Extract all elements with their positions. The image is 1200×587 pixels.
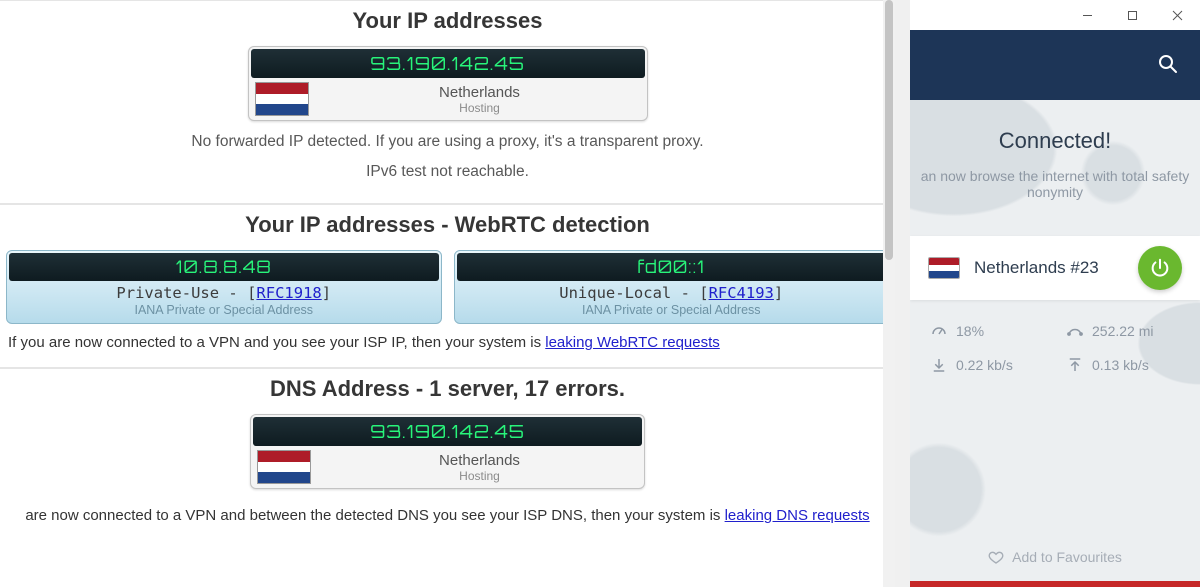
webrtc-warning-text: If you are now connected to a VPN and yo… [0, 324, 895, 357]
distance-icon [1066, 322, 1084, 340]
netherlands-flag-icon [928, 257, 960, 279]
webrtc-type-label: Private-Use - [RFC1918] [9, 284, 439, 302]
power-icon [1149, 257, 1171, 279]
rfc-link[interactable]: RFC4193 [709, 284, 774, 302]
heart-icon [988, 549, 1004, 565]
stat-value: 0.13 kb/s [1092, 357, 1149, 373]
ip-leak-page: Your IP addresses 93.190.142.45 Netherla… [0, 0, 895, 587]
leaking-webrtc-link[interactable]: leaking WebRTC requests [545, 334, 720, 351]
stat-value: 0.22 kb/s [956, 357, 1013, 373]
ip-address-value: 93.190.142.45 [251, 49, 645, 78]
webrtc-card: fd00::1 Unique-Local - [RFC4193] IANA Pr… [454, 250, 890, 324]
netherlands-flag-icon [257, 450, 311, 484]
window-gap [895, 0, 910, 587]
scrollbar[interactable] [883, 0, 895, 587]
webrtc-ip-value: 10.8.8.48 [9, 253, 439, 281]
add-to-favourites[interactable]: Add to Favourites [910, 549, 1200, 565]
section-dns: DNS Address - 1 server, 17 errors. 93.19… [0, 368, 895, 540]
section-title: DNS Address - 1 server, 17 errors. [0, 376, 895, 402]
webrtc-sublabel: IANA Private or Special Address [457, 303, 887, 317]
rfc-link[interactable]: RFC1918 [256, 284, 321, 302]
ipv6-note: IPv6 test not reachable. [0, 163, 895, 181]
maximize-icon [1127, 10, 1138, 21]
titlebar [910, 0, 1200, 30]
section-webrtc: Your IP addresses - WebRTC detection 10.… [0, 204, 895, 368]
map-panel: Connected! an now browse the internet wi… [910, 100, 1200, 587]
stat-distance: 252.22 mi [1066, 322, 1196, 340]
close-icon [1172, 10, 1183, 21]
close-button[interactable] [1155, 0, 1200, 30]
search-icon [1158, 54, 1178, 74]
dns-warning-text: are now connected to a VPN and between t… [0, 497, 895, 530]
host-type-label: Hosting [321, 469, 638, 483]
minimize-button[interactable] [1065, 0, 1110, 30]
section-title: Your IP addresses [0, 8, 895, 34]
stats-grid: 18% 252.22 mi 0.22 kb/s 0.13 kb/s [910, 300, 1200, 374]
server-row[interactable]: Netherlands #23 [910, 236, 1200, 300]
section-your-ip: Your IP addresses 93.190.142.45 Netherla… [0, 0, 895, 204]
dns-ip-value: 93.190.142.45 [253, 417, 642, 446]
search-button[interactable] [1158, 54, 1178, 77]
host-type-label: Hosting [319, 101, 641, 115]
app-header [910, 30, 1200, 100]
maximize-button[interactable] [1110, 0, 1155, 30]
section-title: Your IP addresses - WebRTC detection [0, 212, 895, 238]
vpn-client-window: Connected! an now browse the internet wi… [910, 0, 1200, 587]
stat-upload: 0.13 kb/s [1066, 356, 1196, 374]
minimize-icon [1082, 10, 1093, 21]
leaking-dns-link[interactable]: leaking DNS requests [725, 507, 870, 524]
gauge-icon [930, 322, 948, 340]
webrtc-sublabel: IANA Private or Special Address [9, 303, 439, 317]
stat-load: 18% [930, 322, 1060, 340]
upload-icon [1066, 356, 1084, 374]
stat-value: 18% [956, 323, 984, 339]
webrtc-ip-value: fd00::1 [457, 253, 887, 281]
stat-download: 0.22 kb/s [930, 356, 1060, 374]
bottom-accent-bar [910, 581, 1200, 587]
disconnect-button[interactable] [1138, 246, 1182, 290]
stat-value: 252.22 mi [1092, 323, 1153, 339]
favourites-label: Add to Favourites [1012, 549, 1122, 565]
server-name: Netherlands #23 [974, 258, 1124, 278]
country-label: Netherlands [321, 452, 638, 469]
ip-card: 93.190.142.45 Netherlands Hosting [248, 46, 648, 121]
download-icon [930, 356, 948, 374]
dns-card: 93.190.142.45 Netherlands Hosting [250, 414, 645, 489]
webrtc-card: 10.8.8.48 Private-Use - [RFC1918] IANA P… [6, 250, 442, 324]
connection-status: Connected! [910, 128, 1200, 154]
proxy-note: No forwarded IP detected. If you are usi… [0, 133, 895, 151]
webrtc-type-label: Unique-Local - [RFC4193] [457, 284, 887, 302]
country-label: Netherlands [319, 84, 641, 101]
connection-description: an now browse the internet with total sa… [910, 168, 1200, 200]
netherlands-flag-icon [255, 82, 309, 116]
